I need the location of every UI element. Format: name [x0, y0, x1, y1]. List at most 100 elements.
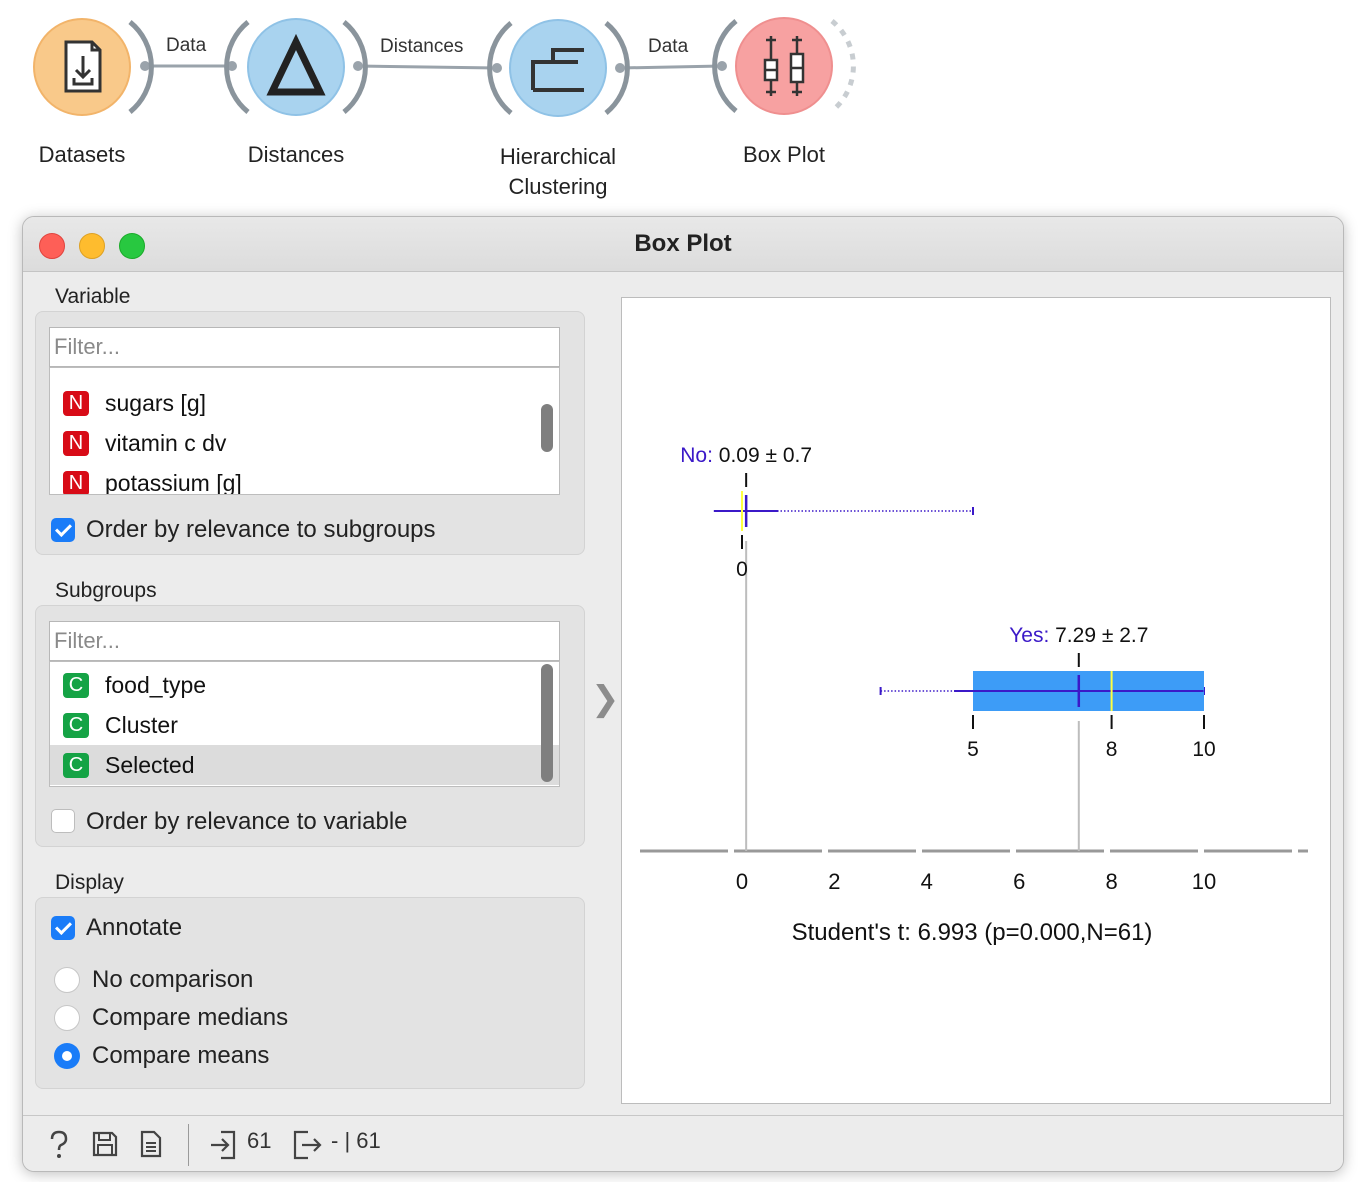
- input-count: 61: [247, 1128, 272, 1153]
- order-by-relevance-subgroups-label[interactable]: Order by relevance to subgroups: [86, 515, 436, 545]
- workflow-canvas: Data Distances Data Datasets Distances H…: [0, 0, 1358, 215]
- box-plot-window: Box Plot Variable carbohydrate [g] N sug…: [22, 216, 1344, 1172]
- list-item[interactable]: C food_type: [50, 665, 559, 705]
- node-label-line: Hierarchical: [499, 144, 617, 169]
- categorical-badge-icon: C: [63, 673, 89, 698]
- save-icon[interactable]: [91, 1130, 119, 1158]
- link-clustering-boxplot[interactable]: [619, 64, 723, 70]
- display-group: Annotate No comparison Compare medians C…: [35, 897, 585, 1089]
- no-comparison-radio[interactable]: [54, 967, 80, 993]
- box-group-value: 0.09 ± 0.7: [719, 444, 812, 467]
- axis-tick-label: 6: [1013, 869, 1025, 894]
- subgroups-list-scrollbar[interactable]: [541, 664, 553, 782]
- box-annotation-label: No: 0.09 ± 0.7: [680, 444, 812, 467]
- order-by-relevance-variable-checkbox[interactable]: [51, 809, 75, 833]
- collapse-panel-chevron-icon[interactable]: ❯: [591, 679, 620, 719]
- list-item[interactable]: N vitamin c dv: [50, 423, 559, 463]
- help-icon[interactable]: [47, 1130, 71, 1160]
- list-item-label: Selected: [105, 752, 195, 778]
- list-item-label: potassium [g]: [105, 470, 242, 495]
- status-separator: [188, 1124, 189, 1166]
- categorical-badge-icon: C: [63, 753, 89, 778]
- variable-group: carbohydrate [g] N sugars [g] N vitamin …: [35, 311, 585, 555]
- link-distances-clustering[interactable]: [357, 64, 498, 70]
- node-box-plot[interactable]: [712, 17, 856, 115]
- subgroups-group: C food_type C Cluster C Selected Order b…: [35, 605, 585, 847]
- quartile-tick-label: 8: [1106, 738, 1118, 761]
- output-count: - | 61: [331, 1128, 381, 1153]
- link-endpoint: [615, 63, 625, 73]
- list-item-label: food_type: [105, 672, 207, 698]
- dataset-file-icon: [64, 40, 102, 93]
- node-label-hierarchical-clustering: Hierarchical Clustering: [468, 142, 648, 202]
- box-group-name: No:: [680, 444, 719, 467]
- axis-tick-label: 4: [921, 869, 933, 894]
- node-label-box-plot: Box Plot: [743, 142, 825, 167]
- numeric-badge-icon: N: [63, 431, 89, 456]
- box-plot-area[interactable]: 0 2 4 6 8 10 No: 0.09 ± 0.7 0 Yes: 7.29 ± 2.7 5 8 1…: [621, 297, 1331, 1104]
- variable-list-scrollbar[interactable]: [541, 404, 553, 452]
- variable-section-title: Variable: [55, 285, 131, 308]
- node-label-datasets: Datasets: [38, 142, 126, 167]
- link-endpoint: [353, 61, 363, 71]
- axis-tick-label: 10: [1192, 869, 1216, 894]
- node-distances[interactable]: [224, 18, 368, 116]
- link-label-distances: Distances: [380, 36, 464, 57]
- link-label-data: Data: [166, 35, 207, 56]
- annotate-label[interactable]: Annotate: [86, 913, 182, 943]
- order-by-relevance-subgroups-checkbox[interactable]: [51, 518, 75, 542]
- box-group-name: Yes:: [1009, 624, 1055, 647]
- link-label-data: Data: [648, 36, 689, 57]
- variable-filter-input[interactable]: [49, 327, 560, 367]
- list-item-label: Cluster: [105, 712, 178, 738]
- box-plot-chart[interactable]: 0 2 4 6 8 10 No: 0.09 ± 0.7 0 Yes: 7.29 ± 2.7 5 8 1…: [622, 298, 1330, 1103]
- box-group-value: 7.29 ± 2.7: [1055, 624, 1148, 647]
- display-section-title: Display: [55, 871, 124, 894]
- window-titlebar[interactable]: Box Plot: [23, 217, 1343, 272]
- quartile-tick-label: 5: [967, 738, 979, 761]
- list-item-label: carbohydrate [g]: [105, 368, 271, 372]
- window-close-button[interactable]: [39, 233, 65, 259]
- input-data-icon: [211, 1130, 236, 1160]
- node-datasets[interactable]: [33, 18, 154, 116]
- link-endpoint: [717, 61, 727, 71]
- window-maximize-button[interactable]: [119, 233, 145, 259]
- workflow-graphics: [33, 17, 856, 117]
- window-minimize-button[interactable]: [79, 233, 105, 259]
- node-label-distances: Distances: [247, 142, 345, 167]
- numeric-badge-icon: N: [63, 471, 89, 494]
- variable-list[interactable]: carbohydrate [g] N sugars [g] N vitamin …: [49, 367, 560, 495]
- list-item-selected[interactable]: C Selected: [50, 745, 559, 785]
- annotate-checkbox[interactable]: [51, 916, 75, 940]
- quartile-tick-label: 0: [736, 558, 748, 581]
- compare-medians-label[interactable]: Compare medians: [92, 1003, 288, 1033]
- compare-medians-radio[interactable]: [54, 1005, 80, 1031]
- link-endpoint: [492, 63, 502, 73]
- order-by-relevance-variable-label[interactable]: Order by relevance to variable: [86, 807, 408, 837]
- categorical-badge-icon: C: [63, 713, 89, 738]
- node-label-line: Clustering: [508, 174, 608, 199]
- subgroups-list[interactable]: C food_type C Cluster C Selected: [49, 661, 560, 787]
- node-hierarchical-clustering[interactable]: [487, 19, 630, 117]
- list-item[interactable]: C Cluster: [50, 705, 559, 745]
- report-icon[interactable]: [139, 1130, 163, 1158]
- axis-tick-label: 2: [828, 869, 840, 894]
- test-statistic-label: Student's t: 6.993 (p=0.000,N=61): [792, 919, 1153, 946]
- list-item-label: sugars [g]: [105, 390, 206, 416]
- no-comparison-label[interactable]: No comparison: [92, 965, 253, 995]
- box-annotation-label: Yes: 7.29 ± 2.7: [1009, 624, 1148, 647]
- subgroups-filter-input[interactable]: [49, 621, 560, 661]
- compare-means-label[interactable]: Compare means: [92, 1041, 269, 1071]
- compare-means-radio[interactable]: [54, 1043, 80, 1069]
- list-item-label: vitamin c dv: [105, 430, 227, 456]
- numeric-badge-icon: N: [63, 391, 89, 416]
- output-data-icon: [293, 1130, 322, 1160]
- window-title: Box Plot: [634, 230, 732, 257]
- subgroups-section-title: Subgroups: [55, 579, 157, 602]
- list-item[interactable]: N sugars [g]: [50, 383, 559, 423]
- quartile-tick-label: 10: [1192, 738, 1215, 761]
- list-item[interactable]: N potassium [g]: [50, 463, 559, 495]
- link-endpoint: [140, 61, 150, 71]
- axis-tick-label: 8: [1105, 869, 1117, 894]
- status-bar: 61 - | 61: [23, 1115, 1343, 1171]
